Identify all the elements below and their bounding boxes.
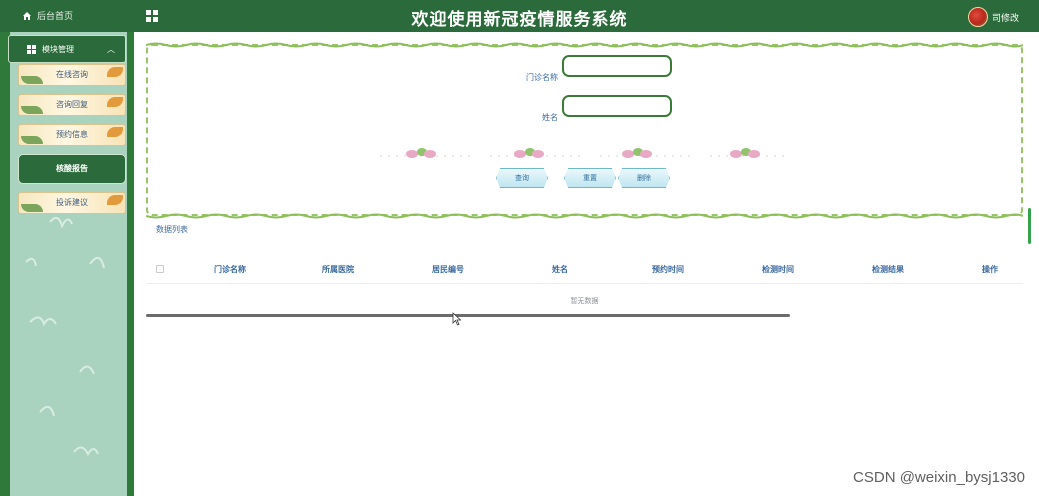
clinic-name-input[interactable] <box>562 55 672 77</box>
column-header: 操作 <box>982 265 998 274</box>
table-body: 暂无数据 <box>146 284 1023 318</box>
column-header: 检测结果 <box>872 265 904 274</box>
vine-border-decoration <box>146 42 1023 48</box>
delete-button-label: 删除 <box>637 174 651 182</box>
sidebar-item-label: 核酸报告 <box>56 164 88 173</box>
leaf-decoration-icon <box>21 106 43 114</box>
vine-border-decoration <box>146 213 1023 219</box>
module-management-header[interactable]: 模块管理 ︿ <box>8 35 126 63</box>
column-header: 所属医院 <box>322 265 354 274</box>
column-header: 居民编号 <box>432 265 464 274</box>
query-button-label: 查询 <box>515 174 529 182</box>
sidebar-item-test-report[interactable]: 核酸报告 <box>18 154 126 184</box>
select-all-checkbox[interactable] <box>156 265 164 273</box>
leaf-decoration-icon <box>107 97 123 107</box>
flower-decoration <box>380 148 790 158</box>
app-window: 后台首页 欢迎使用新冠疫情服务系统 司修改 模块管理 ︿ 在线咨询 咨询回复 预… <box>0 0 1039 496</box>
column-header: 姓名 <box>552 265 568 274</box>
chevron-up-icon: ︿ <box>107 44 115 54</box>
grid-icon <box>27 44 36 54</box>
empty-state-text: 暂无数据 <box>570 297 599 305</box>
sidebar-item-consult-reply[interactable]: 咨询回复 <box>18 94 126 116</box>
sidebar-item-label: 投诉建议 <box>56 198 88 207</box>
leaf-decoration-icon <box>21 136 43 144</box>
user-menu[interactable]: 司修改 <box>967 7 1019 27</box>
sidebar-item-label: 咨询回复 <box>56 100 88 109</box>
module-header-label: 模块管理 <box>42 44 74 54</box>
sidebar-item-online-consult[interactable]: 在线咨询 <box>18 64 126 86</box>
sidebar-item-appointments[interactable]: 预约信息 <box>18 124 126 146</box>
delete-button[interactable]: 删除 <box>618 168 670 188</box>
reset-button[interactable]: 重置 <box>564 168 616 188</box>
query-button[interactable]: 查询 <box>496 168 548 188</box>
mouse-cursor-icon <box>452 312 462 326</box>
user-label: 司修改 <box>991 13 1019 24</box>
table-header: 门诊名称 所属医院 居民编号 姓名 预约时间 检测时间 检测结果 操作 <box>146 254 1023 284</box>
leaf-decoration-icon <box>21 76 43 84</box>
top-bar: 后台首页 欢迎使用新冠疫情服务系统 司修改 <box>0 0 1039 32</box>
column-header: 预约时间 <box>652 265 684 274</box>
watermark: CSDN @weixin_bysj1330 <box>853 469 1025 486</box>
column-header: 门诊名称 <box>214 265 246 274</box>
reset-button-label: 重置 <box>583 174 597 182</box>
data-table: 门诊名称 所属医院 居民编号 姓名 预约时间 检测时间 检测结果 操作 暂无数据 <box>146 254 1023 318</box>
leaf-decoration-icon <box>107 67 123 77</box>
horizontal-scrollbar[interactable] <box>146 314 790 317</box>
sidebar-item-label: 在线咨询 <box>56 70 88 79</box>
sidebar-item-label: 预约信息 <box>56 130 88 139</box>
page-title: 欢迎使用新冠疫情服务系统 <box>411 10 628 30</box>
data-list-label: 数据列表 <box>156 225 188 234</box>
vertical-scrollbar[interactable] <box>1028 208 1031 244</box>
leaf-decoration-icon <box>21 204 43 212</box>
name-label: 姓名 <box>542 113 558 122</box>
avatar <box>967 7 988 27</box>
main-content: 门诊名称 姓名 查询 重置 删除 数据列表 门诊名称 所属医院 居民编号 姓名 … <box>134 32 1039 496</box>
column-header: 检测时间 <box>762 265 794 274</box>
leaf-decoration-icon <box>107 127 123 137</box>
leaf-decoration-icon <box>107 195 123 205</box>
clinic-name-label: 门诊名称 <box>526 73 558 82</box>
sidebar-item-complaints[interactable]: 投诉建议 <box>18 192 126 214</box>
name-input[interactable] <box>562 95 672 117</box>
sidebar: 模块管理 ︿ 在线咨询 咨询回复 预约信息 核酸报告 投诉建议 <box>0 32 134 496</box>
